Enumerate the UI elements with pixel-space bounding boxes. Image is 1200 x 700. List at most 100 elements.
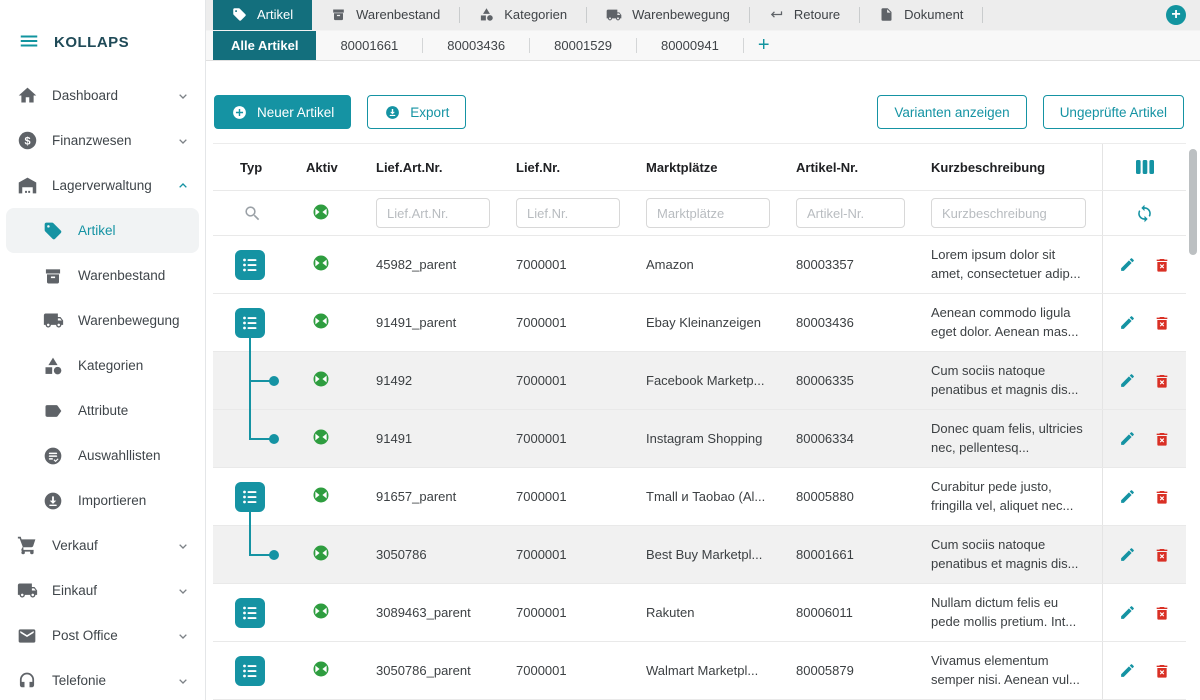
sidebar-item-importieren[interactable]: Importieren bbox=[0, 478, 205, 523]
active-status-icon[interactable] bbox=[312, 312, 330, 333]
table-row[interactable]: 91657_parent 7000001 Tmall и Taobao (Al.… bbox=[213, 468, 1186, 526]
article-type-list-icon[interactable] bbox=[235, 482, 265, 512]
columns-icon[interactable] bbox=[1135, 158, 1155, 176]
column-header-lief-nr[interactable]: Lief.Nr. bbox=[506, 160, 636, 175]
tab-alle-artikel[interactable]: Alle Artikel bbox=[213, 31, 316, 61]
sidebar-item-kategorien[interactable]: Kategorien bbox=[0, 343, 205, 388]
column-header-kurzbeschreibung[interactable]: Kurzbeschreibung bbox=[921, 160, 1102, 175]
edit-pencil-icon[interactable] bbox=[1119, 314, 1136, 331]
sidebar-item-verkauf[interactable]: Verkauf bbox=[0, 523, 205, 568]
tab-label: Dokument bbox=[904, 7, 963, 22]
active-status-icon[interactable] bbox=[312, 370, 330, 391]
tab-dokument[interactable]: Dokument bbox=[860, 0, 982, 30]
filter-lief-nr-input[interactable] bbox=[516, 198, 620, 228]
article-type-list-icon[interactable] bbox=[235, 250, 265, 280]
active-status-icon[interactable] bbox=[312, 602, 330, 623]
table-row[interactable]: 91491_parent 7000001 Ebay Kleinanzeigen … bbox=[213, 294, 1186, 352]
delete-trash-icon[interactable] bbox=[1154, 431, 1170, 447]
filter-lief-art-nr-input[interactable] bbox=[376, 198, 490, 228]
table-row[interactable]: 3050786_parent 7000001 Walmart Marketpl.… bbox=[213, 642, 1186, 700]
vertical-scrollbar[interactable] bbox=[1189, 149, 1197, 255]
sidebar-item-warenbestand[interactable]: Warenbestand bbox=[0, 253, 205, 298]
add-module-tab-button[interactable]: + bbox=[1166, 5, 1186, 25]
hamburger-menu-icon[interactable] bbox=[18, 30, 40, 55]
add-article-tab-button[interactable]: + bbox=[744, 34, 784, 57]
sidebar-item-lagerverwaltung[interactable]: Lagerverwaltung bbox=[0, 163, 205, 208]
delete-trash-icon[interactable] bbox=[1154, 663, 1170, 679]
show-variants-button[interactable]: Varianten anzeigen bbox=[877, 95, 1026, 129]
sidebar-item-warenbewegung[interactable]: Warenbewegung bbox=[0, 298, 205, 343]
tab-retoure[interactable]: Retoure bbox=[750, 0, 859, 30]
table-row[interactable]: 45982_parent 7000001 Amazon 80003357 Lor… bbox=[213, 236, 1186, 294]
sidebar-item-label: Dashboard bbox=[52, 88, 161, 103]
cell-kurzbeschreibung: Donec quam felis, ultricies nec, pellent… bbox=[921, 411, 1102, 466]
delete-trash-icon[interactable] bbox=[1154, 373, 1170, 389]
column-header-marktplaetze[interactable]: Marktplätze bbox=[636, 160, 786, 175]
article-type-list-icon[interactable] bbox=[235, 308, 265, 338]
cell-marktplatz: Rakuten bbox=[636, 605, 786, 620]
tab-kategorien[interactable]: Kategorien bbox=[460, 0, 586, 30]
sidebar-item-einkauf[interactable]: Einkauf bbox=[0, 568, 205, 613]
tab-warenbestand[interactable]: Warenbestand bbox=[312, 0, 459, 30]
edit-pencil-icon[interactable] bbox=[1119, 372, 1136, 389]
edit-pencil-icon[interactable] bbox=[1119, 604, 1136, 621]
table-row[interactable]: 91492 7000001 Facebook Marketp... 800063… bbox=[213, 352, 1186, 410]
column-header-typ[interactable]: Typ bbox=[213, 160, 300, 175]
edit-pencil-icon[interactable] bbox=[1119, 546, 1136, 563]
cell-marktplatz: Instagram Shopping bbox=[636, 431, 786, 446]
active-status-icon[interactable] bbox=[312, 254, 330, 275]
active-status-icon[interactable] bbox=[312, 660, 330, 681]
delete-trash-icon[interactable] bbox=[1154, 547, 1170, 563]
active-status-icon[interactable] bbox=[312, 486, 330, 507]
table-row[interactable]: 3050786 7000001 Best Buy Marketpl... 800… bbox=[213, 526, 1186, 584]
sidebar-item-telefonie[interactable]: Telefonie bbox=[0, 658, 205, 700]
edit-pencil-icon[interactable] bbox=[1119, 488, 1136, 505]
delete-trash-icon[interactable] bbox=[1154, 489, 1170, 505]
filter-kurzbeschreibung-input[interactable] bbox=[931, 198, 1086, 228]
sidebar-item-dashboard[interactable]: Dashboard bbox=[0, 73, 205, 118]
tag-icon bbox=[232, 7, 247, 22]
column-header-aktiv[interactable]: Aktiv bbox=[300, 160, 366, 175]
unverified-articles-button[interactable]: Ungeprüfte Artikel bbox=[1043, 95, 1184, 129]
dollar-icon: $ bbox=[16, 130, 38, 152]
column-header-artikel-nr[interactable]: Artikel-Nr. bbox=[786, 160, 921, 175]
tab-label: 80001661 bbox=[340, 38, 398, 53]
article-type-list-icon[interactable] bbox=[235, 656, 265, 686]
sidebar-item-attribute[interactable]: Attribute bbox=[0, 388, 205, 433]
tab-artikel[interactable]: Artikel bbox=[213, 0, 312, 30]
edit-pencil-icon[interactable] bbox=[1119, 430, 1136, 447]
edit-pencil-icon[interactable] bbox=[1119, 256, 1136, 273]
table-row[interactable]: 91491 7000001 Instagram Shopping 8000633… bbox=[213, 410, 1186, 468]
shapes-icon bbox=[42, 355, 64, 377]
edit-pencil-icon[interactable] bbox=[1119, 662, 1136, 679]
plus-circle-icon bbox=[231, 104, 248, 121]
active-filter-icon[interactable] bbox=[312, 203, 330, 224]
chevron-down-icon bbox=[175, 538, 191, 554]
tab-warenbewegung[interactable]: Warenbewegung bbox=[587, 0, 749, 30]
sidebar-item-finanzwesen[interactable]: $ Finanzwesen bbox=[0, 118, 205, 163]
refresh-icon[interactable] bbox=[1135, 204, 1154, 223]
active-status-icon[interactable] bbox=[312, 428, 330, 449]
export-button[interactable]: Export bbox=[367, 95, 466, 129]
cell-marktplatz: Amazon bbox=[636, 257, 786, 272]
table-row[interactable]: 3089463_parent 7000001 Rakuten 80006011 … bbox=[213, 584, 1186, 642]
search-icon[interactable] bbox=[243, 204, 262, 223]
tab-article-80001661[interactable]: 80001661 bbox=[316, 31, 422, 61]
tab-article-80003436[interactable]: 80003436 bbox=[423, 31, 529, 61]
sidebar-item-post-office[interactable]: Post Office bbox=[0, 613, 205, 658]
new-article-button[interactable]: Neuer Artikel bbox=[214, 95, 351, 129]
sidebar-item-artikel[interactable]: Artikel bbox=[6, 208, 199, 253]
sidebar-item-auswahllisten[interactable]: Auswahllisten bbox=[0, 433, 205, 478]
tab-article-80000941[interactable]: 80000941 bbox=[637, 31, 743, 61]
active-status-icon[interactable] bbox=[312, 544, 330, 565]
tab-article-80001529[interactable]: 80001529 bbox=[530, 31, 636, 61]
article-type-list-icon[interactable] bbox=[235, 598, 265, 628]
button-label: Varianten anzeigen bbox=[894, 105, 1009, 120]
delete-trash-icon[interactable] bbox=[1154, 605, 1170, 621]
delete-trash-icon[interactable] bbox=[1154, 315, 1170, 331]
cell-lief-art-nr: 91491 bbox=[366, 431, 506, 446]
column-header-lief-art-nr[interactable]: Lief.Art.Nr. bbox=[366, 160, 506, 175]
filter-marktplaetze-input[interactable] bbox=[646, 198, 770, 228]
filter-artikel-nr-input[interactable] bbox=[796, 198, 905, 228]
delete-trash-icon[interactable] bbox=[1154, 257, 1170, 273]
